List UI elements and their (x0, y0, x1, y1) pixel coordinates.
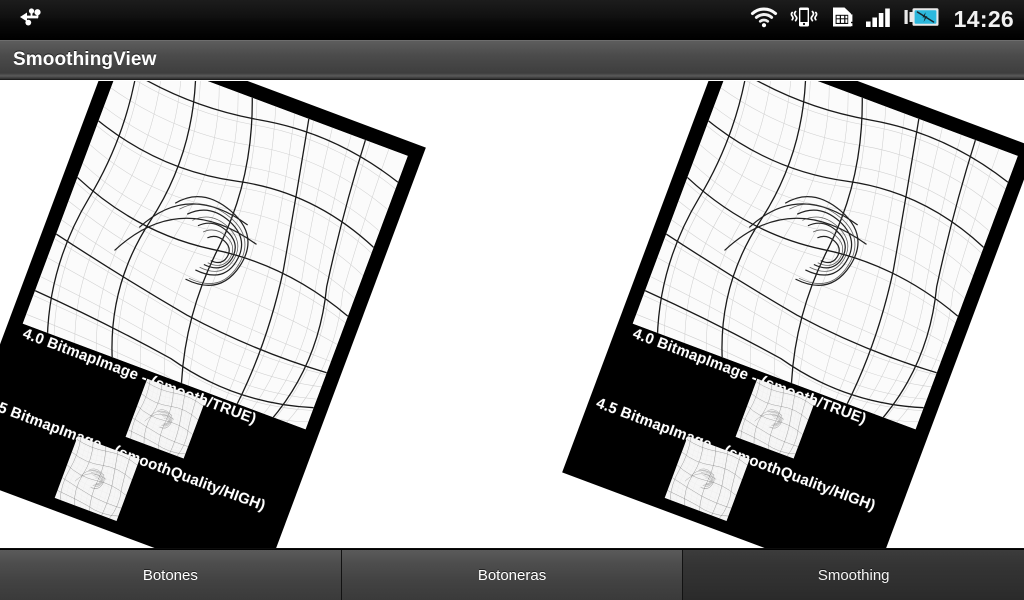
signal-bars-icon (864, 5, 894, 34)
usb-icon (14, 5, 44, 34)
smoothing-panel-left[interactable]: 4.0 BitmapImage - (smooth/TRUE) 4.5 Bitm… (0, 81, 426, 548)
status-bar[interactable]: 14:26 (0, 0, 1024, 40)
smoothing-view-canvas: 4.0 BitmapImage - (smooth/TRUE) 4.5 Bitm… (0, 81, 1024, 548)
tab-bar[interactable]: Botones Botoneras Smoothing (0, 548, 1024, 600)
status-bar-notifications[interactable] (14, 0, 44, 39)
vibrate-icon (788, 5, 820, 34)
status-bar-clock: 14:26 (953, 6, 1014, 32)
sim-alert-icon (829, 5, 855, 34)
page-title: SmoothingView (13, 48, 157, 70)
tab-label: Botoneras (477, 566, 547, 584)
tab-label: Botones (142, 566, 198, 584)
smoothing-panel-right[interactable]: 4.0 BitmapImage - (smooth/TRUE) 4.5 Bitm… (562, 81, 1024, 548)
tab-botones[interactable]: Botones (0, 550, 342, 600)
curvilinear-grid-image (22, 81, 408, 430)
title-bar: SmoothingView (0, 40, 1024, 80)
status-bar-system-icons[interactable]: 14:26 (749, 0, 1014, 39)
android-screen: 14:26 SmoothingView 4.0 BitmapImage - (s… (0, 0, 1024, 600)
battery-charging-icon (903, 5, 941, 34)
tab-botoneras[interactable]: Botoneras (341, 550, 684, 600)
wifi-icon (749, 5, 779, 34)
curvilinear-grid-image (632, 81, 1018, 430)
tab-smoothing[interactable]: Smoothing (683, 550, 1024, 600)
tab-label: Smoothing (817, 566, 890, 584)
